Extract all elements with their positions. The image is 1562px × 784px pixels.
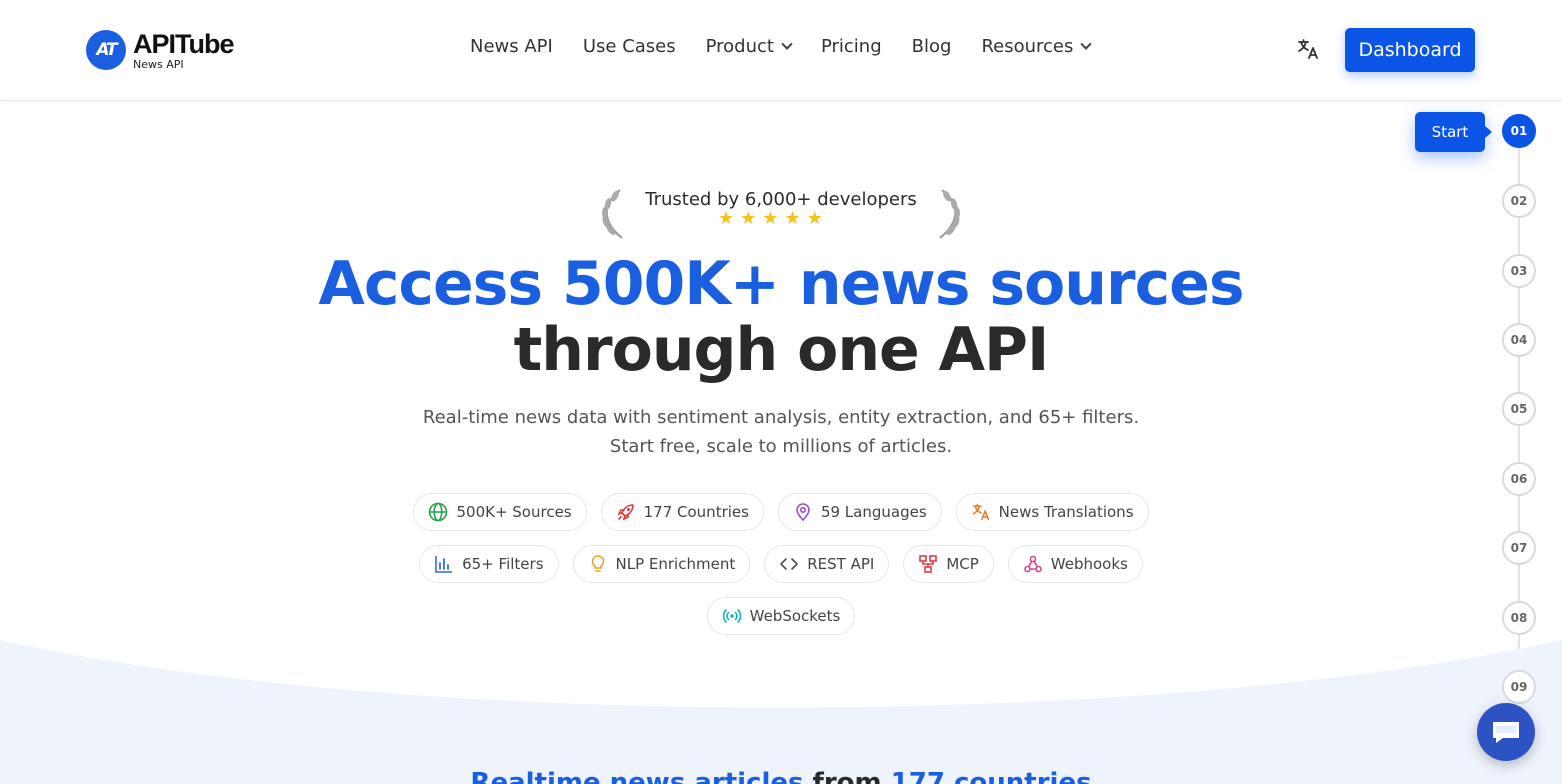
main-nav: News API Use Cases Product Pricing Blog … [470, 36, 1120, 57]
chat-widget-button[interactable] [1477, 703, 1535, 761]
chevron-down-icon [781, 38, 793, 50]
section-wave-background [0, 640, 1562, 784]
chip-mcp: MCP [903, 545, 994, 583]
start-tooltip: Start [1415, 112, 1492, 152]
nav-news-api[interactable]: News API [470, 36, 553, 57]
section-heading: Realtime news articles from 177 countrie… [0, 768, 1562, 784]
nav-resources[interactable]: Resources [981, 36, 1093, 57]
webhook-icon [1023, 554, 1043, 574]
nav-label: Resources [981, 36, 1074, 57]
chat-icon [1493, 722, 1519, 743]
chip-sources: 500K+ Sources [413, 493, 587, 531]
nav-product[interactable]: Product [705, 36, 793, 57]
step-01[interactable]: 01 [1502, 114, 1536, 148]
chip-countries: 177 Countries [600, 493, 764, 531]
site-header: AT APITube News API News API Use Cases P… [0, 0, 1562, 101]
chip-label: 177 Countries [643, 503, 749, 521]
nav-label: Use Cases [582, 36, 676, 57]
chip-label: 65+ Filters [462, 555, 544, 573]
nav-label: Blog [911, 36, 952, 57]
nav-label: News API [470, 36, 553, 57]
bar-chart-icon [434, 554, 454, 574]
language-translate-icon[interactable] [1296, 37, 1320, 61]
logo-mark: AT [86, 30, 126, 70]
star-icon: ★ [740, 208, 757, 229]
chip-label: REST API [807, 555, 875, 573]
globe-icon [428, 502, 448, 522]
heading-text: from [803, 768, 891, 784]
nav-use-cases[interactable]: Use Cases [583, 36, 676, 57]
chip-filters: 65+ Filters [419, 545, 559, 583]
chip-label: NLP Enrichment [615, 555, 736, 573]
chip-label: News Translations [998, 503, 1134, 521]
star-icon: ★ [806, 208, 823, 229]
chip-translations: News Translations [955, 493, 1149, 531]
step-06[interactable]: 06 [1502, 462, 1536, 496]
chip-nlp: NLP Enrichment [572, 545, 751, 583]
dashboard-button[interactable]: Dashboard [1345, 28, 1475, 72]
hero-headline-primary: Access 500K+ news sources [318, 249, 1244, 319]
rocket-icon [616, 502, 636, 522]
chevron-down-icon [1080, 38, 1093, 50]
network-icon [918, 554, 938, 574]
chip-label: WebSockets [749, 607, 841, 625]
chip-label: MCP [946, 555, 979, 573]
hero-description: Real-time news data with sentiment analy… [422, 407, 1140, 457]
chip-rest-api: REST API [764, 545, 890, 583]
star-icon: ★ [718, 208, 735, 229]
hero-headline-secondary: through one API [513, 315, 1050, 385]
chip-label: 500K+ Sources [456, 503, 572, 521]
star-icon: ★ [762, 208, 779, 229]
translate-icon [971, 502, 991, 522]
nav-blog[interactable]: Blog [912, 36, 952, 57]
brand-logo[interactable]: AT APITube News API [86, 30, 234, 70]
chip-label: Webhooks [1050, 555, 1128, 573]
nav-label: Pricing [820, 36, 882, 57]
step-05[interactable]: 05 [1502, 392, 1536, 426]
code-icon [779, 554, 799, 574]
chip-languages: 59 Languages [777, 493, 942, 531]
nav-label: Product [705, 36, 774, 57]
chip-websockets: WebSockets [706, 597, 856, 635]
step-09[interactable]: 09 [1502, 670, 1536, 704]
chip-label: 59 Languages [820, 503, 927, 521]
broadcast-icon [722, 606, 742, 626]
star-icon: ★ [784, 208, 801, 229]
trusted-by-text: Trusted by 6,000+ developers [645, 189, 917, 210]
logo-text: APITube News API [133, 28, 234, 71]
map-pin-icon [793, 502, 813, 522]
feature-chips-row: WebSockets [0, 597, 1562, 635]
brand-name: APITube [133, 28, 234, 59]
chip-webhooks: Webhooks [1007, 545, 1143, 583]
feature-chips-row: 65+ Filters NLP Enrichment REST API MCP … [0, 545, 1562, 583]
lightbulb-icon [588, 554, 608, 574]
heading-highlight: Realtime news articles [470, 768, 804, 784]
heading-highlight: 177 countries [890, 768, 1092, 784]
nav-pricing[interactable]: Pricing [821, 36, 882, 57]
brand-tagline: News API [133, 57, 184, 71]
feature-chips-row: 500K+ Sources 177 Countries 59 Languages… [0, 493, 1562, 531]
rating-stars: ★ ★ ★ ★ ★ [718, 210, 829, 228]
